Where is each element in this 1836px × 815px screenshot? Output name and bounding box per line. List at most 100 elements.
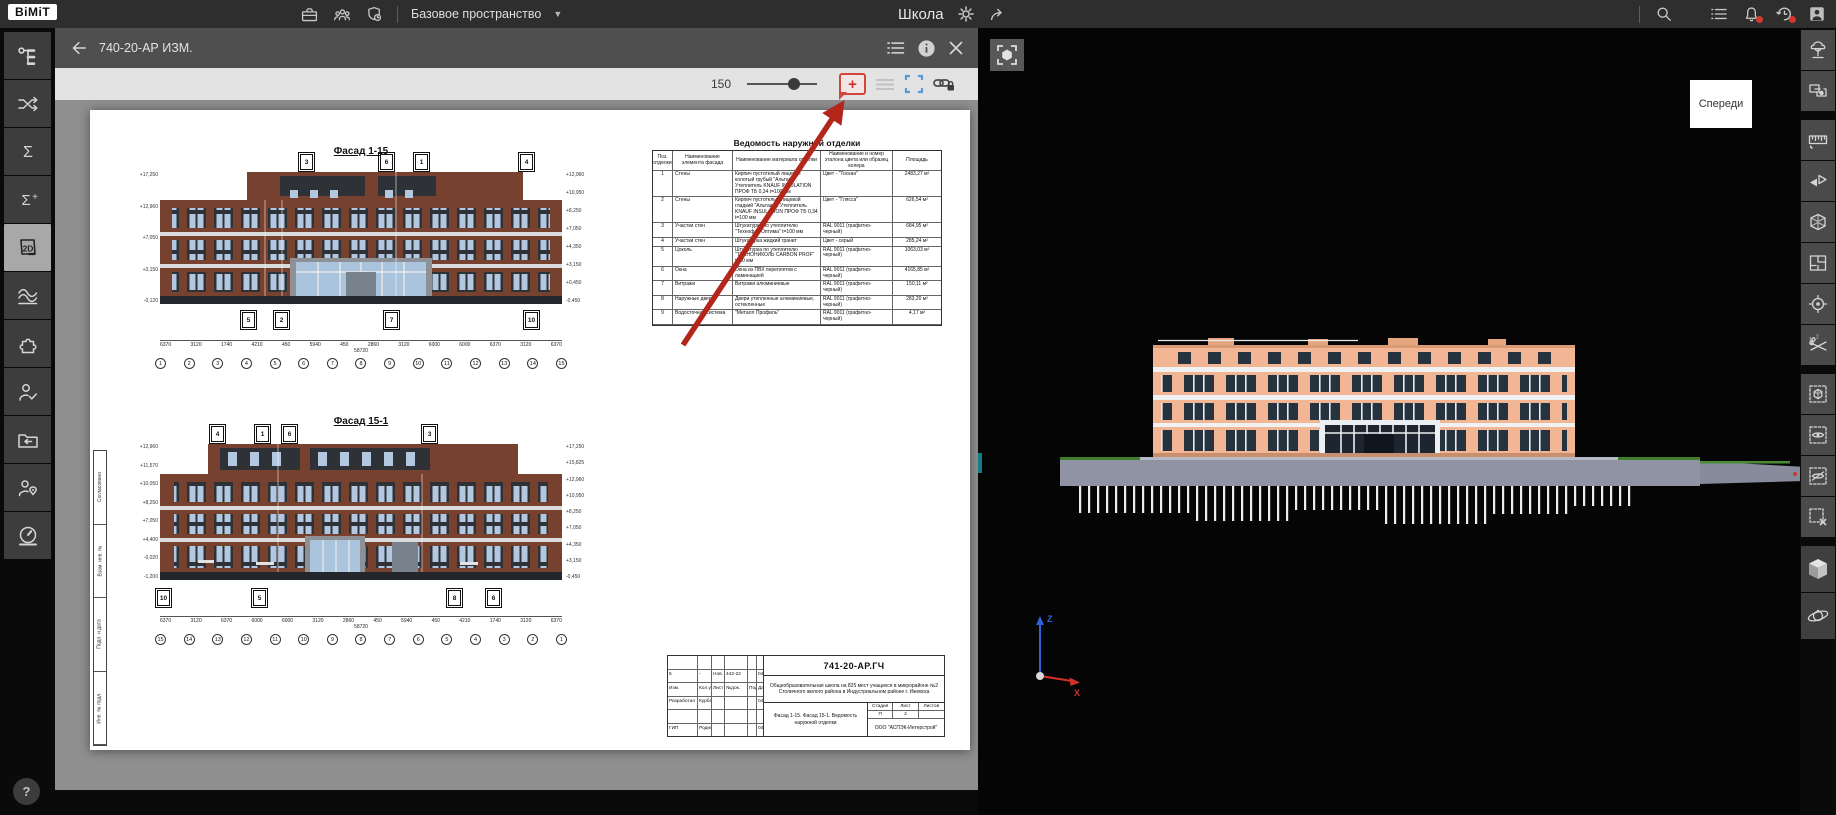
user-avatar-icon[interactable] xyxy=(1808,5,1826,23)
sidebar-tool-folder-return[interactable] xyxy=(4,416,51,463)
sidebar-tool-dashboard-gauge[interactable] xyxy=(4,512,51,559)
time-badge xyxy=(1789,16,1796,23)
workspace-label: Базовое пространство xyxy=(411,7,541,21)
panel-handle[interactable] xyxy=(978,453,982,473)
zoom-slider[interactable] xyxy=(747,83,817,85)
table-row: 3 Участки стен Штукатурка по утеплителю … xyxy=(653,223,941,238)
elevation-marks-left: +17,250+12,960+7,050+3,150-0,120 xyxy=(118,172,158,304)
back-arrow-icon[interactable] xyxy=(69,39,87,57)
title-block: 5-Нов. 442-2204.22 Изм.Кол.учЛист №док.П… xyxy=(667,655,945,737)
callout-box: 8 xyxy=(448,590,461,606)
elevation-mark: +0,450 xyxy=(566,280,606,286)
axis-gizmo: Z X xyxy=(1006,606,1086,701)
sidebar-tool-sum-add[interactable]: Σ+ xyxy=(4,176,51,223)
cell-color: RAL 9011 (графитно-черный) xyxy=(821,247,893,267)
tool-isolate-selection[interactable] xyxy=(1801,374,1835,414)
facade-15-1-drawing xyxy=(160,444,562,580)
help-button[interactable]: ? xyxy=(13,778,40,805)
share-icon[interactable] xyxy=(988,5,1006,23)
search-icon[interactable] xyxy=(1655,5,1673,23)
tool-nature-tree[interactable] xyxy=(1801,30,1835,70)
settings-gear-icon[interactable] xyxy=(957,5,975,23)
elevation-mark: -0,020 xyxy=(118,555,158,561)
topbar-divider-right xyxy=(1639,6,1640,23)
info-icon[interactable] xyxy=(917,39,936,58)
elevation-mark: +4,400 xyxy=(118,537,158,543)
shuffle-connections-icon xyxy=(16,92,40,116)
tool-section-box[interactable] xyxy=(1801,202,1835,242)
workspace-selector[interactable]: Базовое пространство ▼ xyxy=(411,7,562,21)
model-structure-icon xyxy=(16,44,40,68)
sidebar-tool-model-structure[interactable] xyxy=(4,32,51,79)
elevation-mark: +8,250 xyxy=(566,509,606,515)
cell-material: Витражи алюминиевые xyxy=(733,281,821,296)
table-row: 1 Стены Кирпич пустотелый лицевой колоты… xyxy=(653,171,941,197)
fit-screen-icon[interactable] xyxy=(904,74,924,94)
tool-floor-plan[interactable] xyxy=(1801,243,1835,283)
revision-table: 5-Нов. 442-2204.22 Изм.Кол.учЛист №док.П… xyxy=(668,656,764,736)
elevation-mark: +4,350 xyxy=(566,542,606,548)
grid-axis-bubble: 8 xyxy=(355,358,366,369)
elevation-mark: -0,450 xyxy=(566,574,606,580)
tool-clear-selection[interactable] xyxy=(1801,497,1835,537)
close-icon[interactable] xyxy=(948,40,964,56)
time-history-icon[interactable] xyxy=(1775,5,1793,23)
zoom-slider-knob[interactable] xyxy=(788,78,800,90)
cell-material: Двери утепленные алюминиевые, остекленны… xyxy=(733,296,821,311)
sidebar-tool-sum[interactable]: Σ xyxy=(4,128,51,175)
viewer-2d-panel: 740-20-АР ИЗМ. 150 + xyxy=(55,28,978,815)
briefcase-icon[interactable] xyxy=(300,5,319,24)
drawing-sheet[interactable]: СогласованоВзам. инв. №Подп. и датаИнв. … xyxy=(90,110,970,750)
viewer-3d-panel[interactable]: Спереди xyxy=(978,28,1800,815)
user-location-icon xyxy=(16,476,40,500)
grid-axis-bubble: 11 xyxy=(441,358,452,369)
callout-box: 3 xyxy=(423,426,436,442)
tool-orbit[interactable] xyxy=(1801,593,1835,639)
sidebar-tool-view-2d[interactable]: 2D xyxy=(4,224,51,271)
cell-color: RAL 9011 (графитно-черный) xyxy=(821,223,893,238)
cell-area: 2483,27 м² xyxy=(893,171,941,197)
shield-history-icon[interactable] xyxy=(365,5,384,24)
tool-show-selection[interactable] xyxy=(1801,415,1835,455)
tool-capture-view[interactable] xyxy=(1801,71,1835,111)
layer-lines-icon[interactable] xyxy=(874,77,896,91)
grid-axis-bubble: 7 xyxy=(327,358,338,369)
callout-box: 10 xyxy=(157,590,170,606)
view-orientation-label[interactable]: Спереди xyxy=(1690,80,1752,128)
sidebar-tool-shuffle-connections[interactable] xyxy=(4,80,51,127)
team-icon[interactable] xyxy=(332,5,352,24)
grid-axis-bubble: 15 xyxy=(155,634,166,645)
cell-color: RAL 9011 (графитно-черный) xyxy=(821,296,893,311)
cell-element: Участки стен xyxy=(673,223,733,238)
sidebar-tool-user-check[interactable] xyxy=(4,368,51,415)
tool-grid-axes[interactable]: 12 xyxy=(1801,325,1835,365)
tool-locate[interactable] xyxy=(1801,284,1835,324)
sum-add-icon: Σ+ xyxy=(16,188,40,212)
tool-view-cube[interactable] xyxy=(1801,546,1835,592)
notification-badge xyxy=(1756,16,1763,23)
axis-z-label: Z xyxy=(1047,614,1053,624)
tool-measure-ruler[interactable] xyxy=(1801,120,1835,160)
sheet-list-icon[interactable] xyxy=(886,40,905,56)
sidebar-tool-user-location[interactable] xyxy=(4,464,51,511)
sidebar-tool-trend-lines[interactable] xyxy=(4,272,51,319)
drawing-canvas[interactable]: СогласованоВзам. инв. №Подп. и датаИнв. … xyxy=(55,100,978,790)
focus-model-button[interactable] xyxy=(990,39,1024,71)
link-lock-icon[interactable] xyxy=(932,75,956,93)
dimension-total: 58720 xyxy=(160,348,562,354)
notifications-bell-icon[interactable] xyxy=(1743,5,1760,23)
grid-axis-bubble: 8 xyxy=(355,634,366,645)
tool-flip-section[interactable] xyxy=(1801,161,1835,201)
grid-axis-bubble: 10 xyxy=(413,358,424,369)
sidebar-tool-plugins[interactable] xyxy=(4,320,51,367)
elevation-mark: +12,960 xyxy=(566,477,606,483)
cell-element: Водосточная система xyxy=(673,310,733,325)
menu-list-icon[interactable] xyxy=(1710,6,1728,22)
add-annotation-button[interactable]: + xyxy=(839,73,866,95)
grid-axis-bubble: 15 xyxy=(556,358,567,369)
elevation-mark: +12,960 xyxy=(118,444,158,450)
cell-area: 283,20 м² xyxy=(893,296,941,311)
tool-hide-selection[interactable] xyxy=(1801,456,1835,496)
frame-cell: Согласовано xyxy=(94,451,106,525)
cell-position: 2 xyxy=(653,197,673,223)
